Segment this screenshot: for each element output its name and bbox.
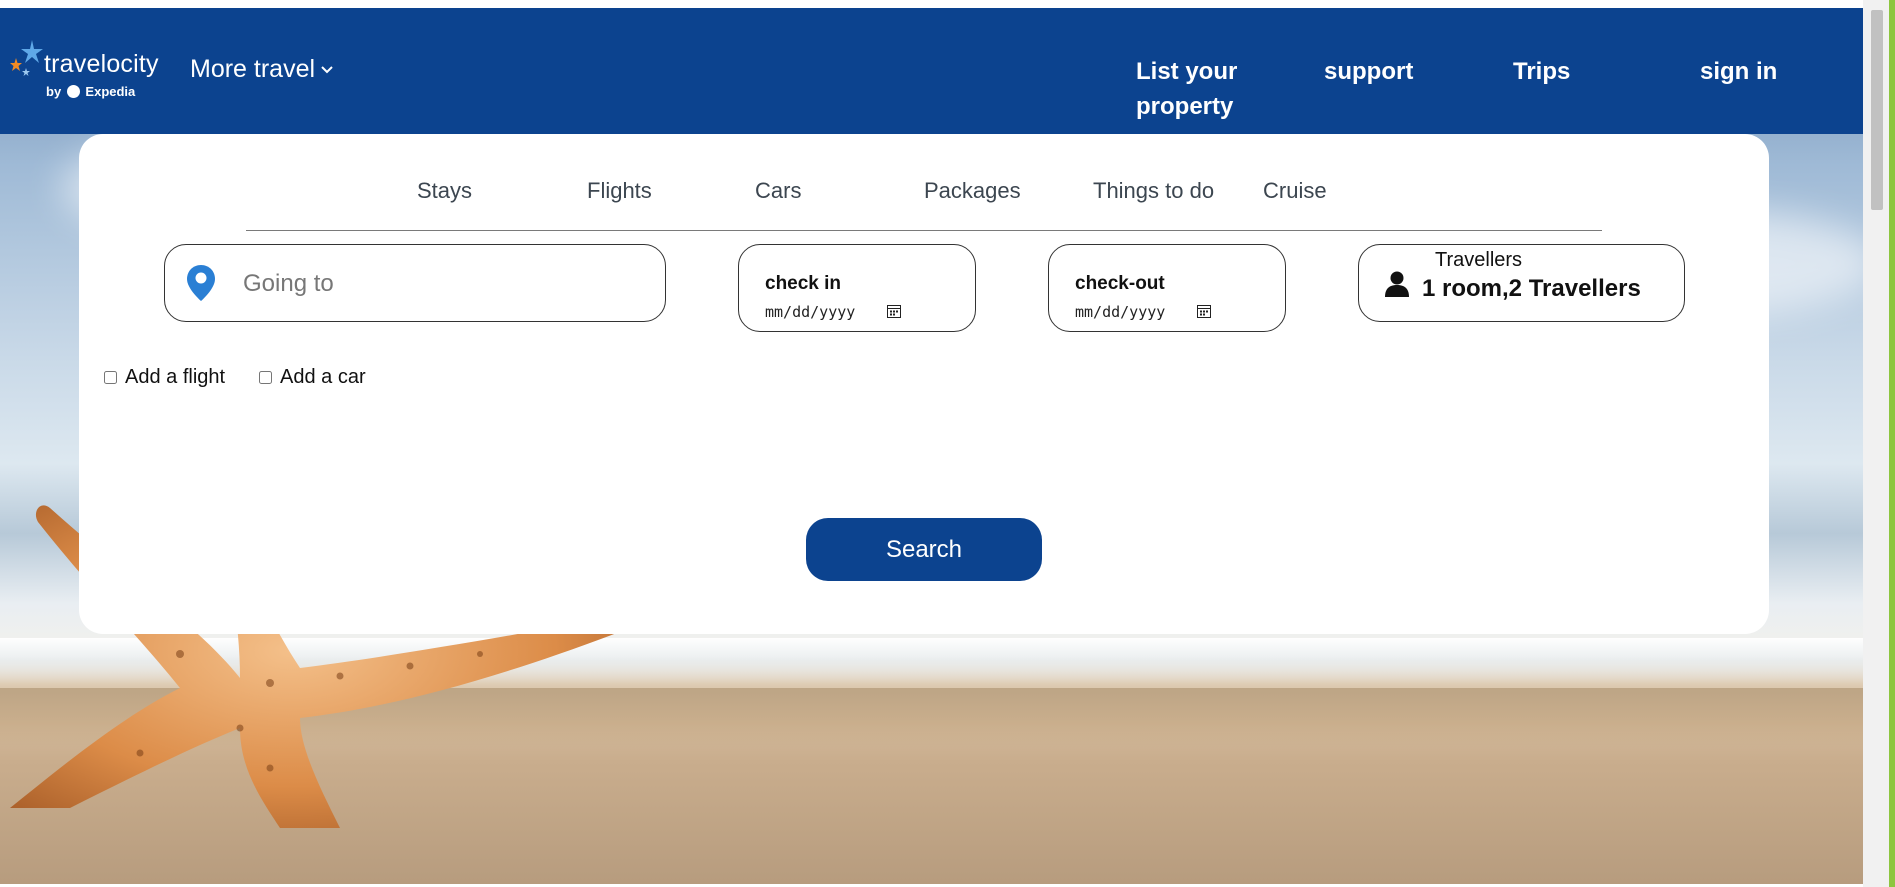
trips-link[interactable]: Trips [1513, 54, 1570, 89]
travellers-field[interactable]: Travellers 1 room,2 Travellers [1358, 244, 1685, 322]
check-in-label: check in [765, 273, 842, 294]
calendar-icon[interactable] [887, 304, 901, 318]
tab-flights[interactable]: Flights [587, 178, 652, 204]
travellers-label: Travellers [1435, 249, 1523, 271]
logo-wordmark: travelocity [44, 50, 159, 78]
logo-stars-icon [10, 40, 43, 76]
tab-cars[interactable]: Cars [755, 178, 801, 204]
travelocity-logo[interactable]: travelocity by Expedia [10, 34, 170, 104]
logo-by: by [46, 84, 62, 99]
add-car-option[interactable]: Add a car [259, 366, 366, 389]
window-edge-accent [1889, 0, 1895, 887]
location-pin-icon [187, 265, 215, 301]
sign-in-link[interactable]: sign in [1700, 54, 1777, 89]
more-travel-label: More travel [190, 55, 316, 83]
calendar-icon[interactable] [1197, 304, 1211, 318]
search-tabs: Stays Flights Cars Packages Things to do… [79, 156, 1769, 203]
tab-stays[interactable]: Stays [417, 178, 472, 204]
check-out-label: check-out [1075, 273, 1165, 294]
chevron-down-icon [321, 65, 333, 73]
add-flight-label: Add a flight [125, 366, 226, 388]
add-car-checkbox[interactable] [259, 371, 272, 384]
logo-partner: Expedia [85, 84, 136, 99]
search-button[interactable]: Search [806, 518, 1042, 581]
tab-cruise[interactable]: Cruise [1263, 178, 1327, 204]
check-out-field[interactable]: check-out mm/dd/yyyy [1048, 244, 1286, 332]
check-in-field[interactable]: check in mm/dd/yyyy [738, 244, 976, 332]
page-scrollbar[interactable] [1863, 0, 1895, 887]
tab-things-to-do[interactable]: Things to do [1093, 178, 1214, 204]
logo-byline: by Expedia [46, 84, 135, 99]
scroll-thumb[interactable] [1871, 10, 1883, 210]
expedia-icon [66, 85, 80, 98]
support-link[interactable]: support [1324, 54, 1413, 89]
tabs-divider [246, 230, 1602, 231]
check-in-input[interactable]: mm/dd/yyyy [765, 303, 855, 321]
more-travel-menu[interactable]: More travel [190, 55, 333, 84]
destination-field[interactable] [164, 244, 666, 322]
add-flight-option[interactable]: Add a flight [104, 366, 225, 389]
destination-input[interactable] [241, 263, 645, 305]
add-car-label: Add a car [280, 366, 366, 388]
tab-packages[interactable]: Packages [924, 178, 1021, 204]
travellers-value: 1 room,2 Travellers [1422, 275, 1641, 302]
list-property-link[interactable]: List your property [1136, 54, 1256, 124]
add-flight-checkbox[interactable] [104, 371, 117, 384]
site-header: travelocity by Expedia More travel List … [0, 8, 1863, 134]
person-icon [1385, 271, 1409, 297]
check-out-input[interactable]: mm/dd/yyyy [1075, 303, 1165, 321]
search-card: Stays Flights Cars Packages Things to do… [79, 134, 1769, 634]
